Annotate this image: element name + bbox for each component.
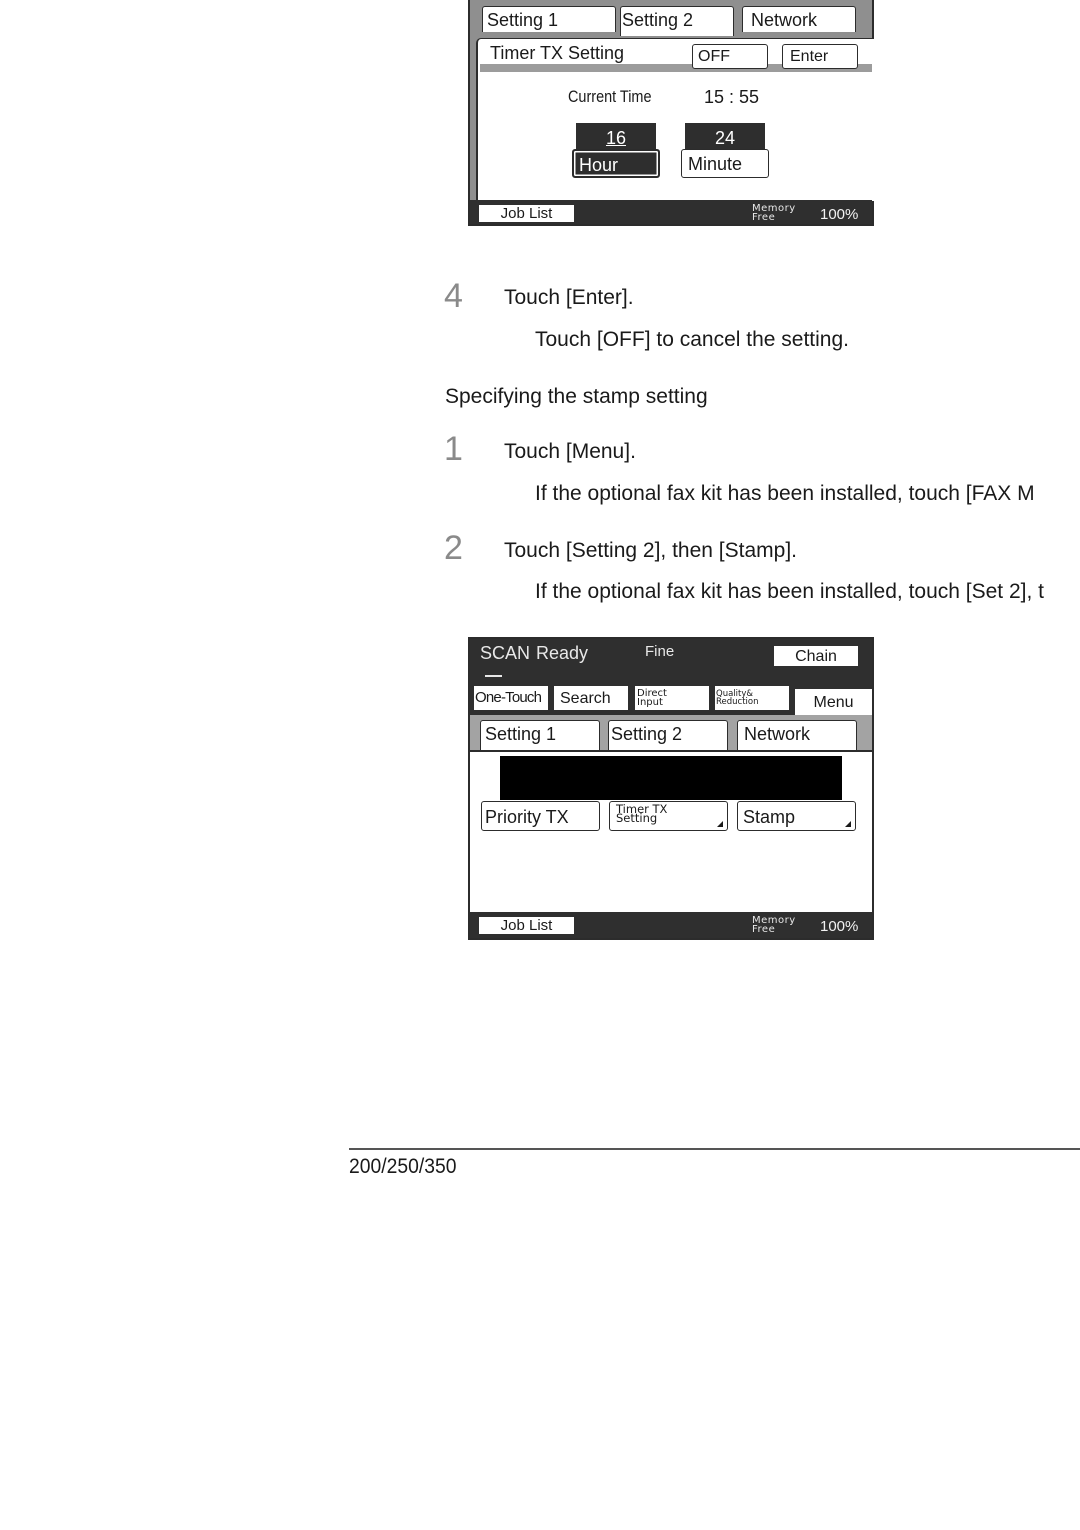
quality-status: Fine <box>645 643 675 660</box>
step-number: 2 <box>444 529 463 567</box>
step-number: 1 <box>444 430 463 468</box>
menu-button[interactable]: Menu <box>795 689 872 715</box>
enter-button[interactable]: Enter <box>782 44 858 69</box>
minute-button[interactable]: Minute <box>681 149 769 178</box>
tab-setting-1[interactable]: Setting 1 <box>482 6 616 32</box>
step-text: Touch [Enter]. <box>504 286 634 309</box>
step-subtext: If the optional fax kit has been install… <box>535 580 1044 603</box>
tab-setting-1[interactable]: Setting 1 <box>480 720 600 750</box>
tab-content-line <box>470 750 872 752</box>
step-subtext: If the optional fax kit has been install… <box>535 482 1035 505</box>
memory-free-value: 100% <box>820 918 859 935</box>
quality-reduction-button[interactable]: Quality& Reduction <box>715 686 789 710</box>
tab-setting-2[interactable]: Setting 2 <box>608 720 728 752</box>
step-number: 4 <box>444 277 463 315</box>
timer-tx-panel: Setting 1 Setting 2 Network Timer TX Set… <box>468 0 874 226</box>
tab-network[interactable]: Network <box>737 720 857 750</box>
search-button[interactable]: Search <box>554 686 628 710</box>
minute-value: 24 <box>714 128 736 148</box>
minute-value-display: 24 <box>685 123 765 151</box>
timer-tx-line2: Setting <box>616 811 658 825</box>
stamp-button[interactable]: Stamp <box>737 801 856 831</box>
menu-panel: SCAN Ready Fine Chain One-Touch Search D… <box>468 637 874 940</box>
step-subtext: Touch [OFF] to cancel the setting. <box>535 328 849 351</box>
footer-rule <box>349 1148 1080 1150</box>
memory-free-label: Memory Free <box>752 916 796 935</box>
job-list-button[interactable]: Job List <box>479 205 574 222</box>
step-text: Touch [Menu]. <box>504 440 636 463</box>
submenu-indicator-icon <box>717 821 723 827</box>
hour-value: 16 <box>605 128 627 148</box>
memory-label-line2: Free <box>752 924 776 935</box>
memory-label-line2: Free <box>752 212 776 223</box>
memory-free-value: 100% <box>820 206 859 223</box>
direct-input-button[interactable]: Direct Input <box>635 686 709 710</box>
chain-button[interactable]: Chain <box>774 646 858 666</box>
step-text: Touch [Setting 2], then [Stamp]. <box>504 539 798 562</box>
section-title: Specifying the stamp setting <box>445 385 708 408</box>
dialog-title: Timer TX Setting <box>490 43 625 63</box>
hour-value-display: 16 <box>576 123 656 151</box>
submenu-indicator-icon <box>845 821 851 827</box>
memory-free-label: Memory Free <box>752 204 796 223</box>
footer-model: 200/250/350 <box>349 1155 457 1178</box>
status-mode: SCAN <box>480 643 531 663</box>
current-time-value: 15 : 55 <box>704 87 760 107</box>
message-area <box>500 756 842 800</box>
stamp-label: Stamp <box>743 807 796 827</box>
one-touch-button[interactable]: One-Touch <box>474 686 548 710</box>
current-time-label: Current Time <box>568 87 652 106</box>
tab-setting-2[interactable]: Setting 2 <box>620 6 734 36</box>
job-list-button[interactable]: Job List <box>479 917 574 934</box>
status-text: Ready <box>536 643 589 663</box>
direct-input-line2: Input <box>637 697 663 708</box>
hour-button[interactable]: Hour <box>572 149 660 178</box>
quality-line2: Reduction <box>716 697 759 707</box>
priority-tx-button[interactable]: Priority TX <box>481 801 600 831</box>
off-button[interactable]: OFF <box>692 44 768 69</box>
timer-tx-setting-button[interactable]: Timer TX Setting <box>609 801 728 831</box>
status-underline <box>485 675 502 677</box>
tab-network[interactable]: Network <box>742 6 856 32</box>
